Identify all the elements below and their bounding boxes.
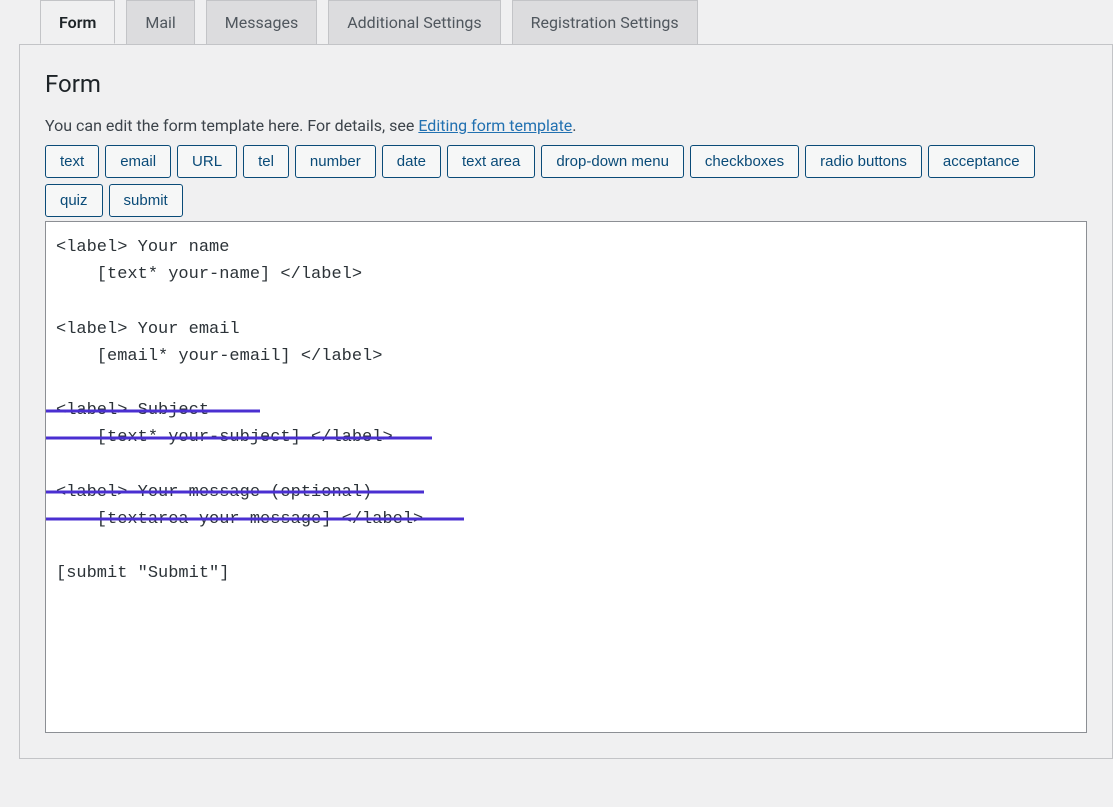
tag-button-submit[interactable]: submit	[109, 184, 183, 217]
hint-prefix: You can edit the form template here. For…	[45, 116, 418, 135]
editing-form-template-link[interactable]: Editing form template	[418, 116, 572, 135]
tab-form[interactable]: Form	[40, 0, 115, 44]
tag-button-drop-down-menu[interactable]: drop-down menu	[541, 145, 684, 178]
tag-button-acceptance[interactable]: acceptance	[928, 145, 1035, 178]
code-line	[56, 288, 1076, 315]
tag-button-tel[interactable]: tel	[243, 145, 289, 178]
tag-button-text-area[interactable]: text area	[447, 145, 535, 178]
tag-button-email[interactable]: email	[105, 145, 171, 178]
code-line: [textarea your-message] </label>	[56, 506, 1076, 533]
code-line: <label> Your name	[56, 234, 1076, 261]
code-line	[56, 370, 1076, 397]
form-panel: Form You can edit the form template here…	[19, 44, 1113, 759]
code-line: <label> Subject	[56, 397, 1076, 424]
code-line: <label> Your email	[56, 316, 1076, 343]
strike-annotation	[45, 518, 464, 521]
tabs-bar: FormMail MessagesAdditional Settings Regis…	[19, 0, 1113, 44]
tag-buttons-row: textemailURLtelnumberdatetext areadrop-d…	[45, 145, 1087, 217]
code-line: <label> Your message (optional)	[56, 479, 1076, 506]
panel-hint: You can edit the form template here. For…	[45, 116, 1087, 135]
tag-button-checkboxes[interactable]: checkboxes	[690, 145, 799, 178]
panel-title: Form	[45, 70, 1087, 98]
code-line: [text* your-subject] </label>	[56, 424, 1076, 451]
form-template-editor[interactable]: <label> Your name [text* your-name] </la…	[45, 221, 1087, 733]
strike-annotation	[45, 409, 260, 412]
tab-registration-settings[interactable]: Registration Settings	[512, 0, 698, 44]
code-line: [submit "Submit"]	[56, 560, 1076, 587]
tag-button-radio-buttons[interactable]: radio buttons	[805, 145, 922, 178]
tag-button-number[interactable]: number	[295, 145, 376, 178]
tab-additional-settings[interactable]: Additional Settings	[328, 0, 500, 44]
tag-button-url[interactable]: URL	[177, 145, 237, 178]
code-line	[56, 533, 1076, 560]
hint-suffix: .	[572, 116, 576, 135]
tag-button-text[interactable]: text	[45, 145, 99, 178]
code-line: [email* your-email] </label>	[56, 343, 1076, 370]
code-line	[56, 452, 1076, 479]
code-line: [text* your-name] </label>	[56, 261, 1076, 288]
tab-mail[interactable]: Mail	[126, 0, 194, 44]
tab-messages[interactable]: Messages	[206, 0, 317, 44]
strike-annotation	[45, 491, 424, 494]
strike-annotation	[45, 436, 432, 439]
tag-button-date[interactable]: date	[382, 145, 441, 178]
tag-button-quiz[interactable]: quiz	[45, 184, 103, 217]
